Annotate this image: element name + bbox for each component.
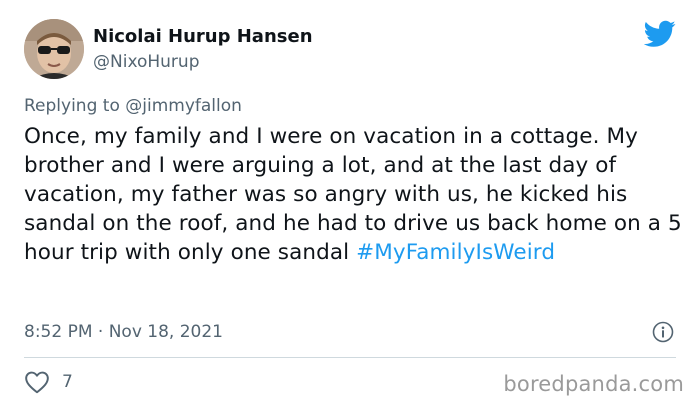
- tweet-card: Nicolai Hurup Hansen @NixoHurup Replying…: [0, 0, 700, 410]
- author-display-name[interactable]: Nicolai Hurup Hansen: [93, 25, 313, 49]
- tweet-timestamp[interactable]: 8:52 PM · Nov 18, 2021: [24, 322, 223, 342]
- tweet-text: Once, my family and I were on vacation i…: [24, 124, 682, 265]
- tweet-actions: 7: [24, 368, 73, 396]
- user-avatar-icon: [24, 19, 84, 79]
- reply-to-handle[interactable]: @jimmyfallon: [125, 96, 242, 116]
- watermark: boredpanda.com: [503, 372, 684, 396]
- heart-icon[interactable]: [24, 370, 50, 394]
- info-icon[interactable]: [652, 321, 674, 343]
- hashtag-link[interactable]: #MyFamilyIsWeird: [356, 240, 555, 265]
- twitter-bird-icon[interactable]: [643, 20, 676, 48]
- divider: [24, 357, 676, 358]
- like-count: 7: [62, 372, 73, 392]
- tweet-meta: 8:52 PM · Nov 18, 2021: [24, 318, 676, 346]
- reply-context: Replying to @jimmyfallon: [24, 94, 242, 118]
- avatar[interactable]: [24, 19, 84, 79]
- author-names: Nicolai Hurup Hansen @NixoHurup: [93, 25, 313, 73]
- tweet-header: Nicolai Hurup Hansen @NixoHurup: [24, 18, 313, 80]
- reply-prefix: Replying to: [24, 96, 120, 116]
- tweet-body: Once, my family and I were on vacation i…: [24, 122, 684, 267]
- author-handle[interactable]: @NixoHurup: [93, 51, 313, 73]
